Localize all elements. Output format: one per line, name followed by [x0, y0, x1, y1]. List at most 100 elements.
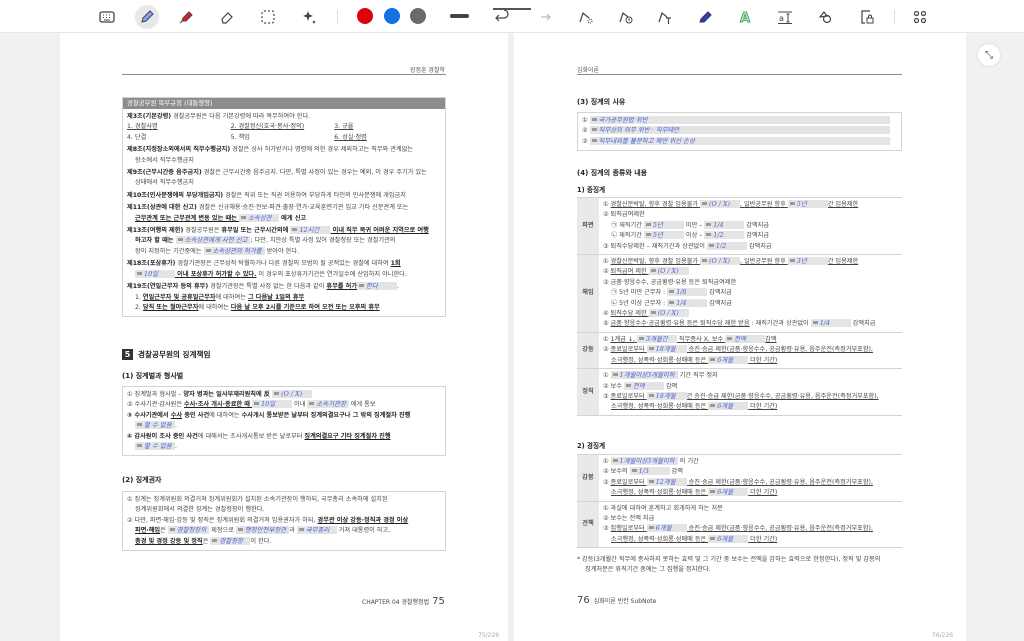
answer-blank[interactable]: 1/2	[704, 231, 745, 240]
answer-blank[interactable]: 할 수 없음	[135, 442, 175, 451]
text-to-shape-icon[interactable]	[653, 5, 677, 29]
page-counter: 75/226	[478, 632, 500, 639]
answer-blank[interactable]: 한다	[357, 282, 398, 291]
undo-icon[interactable]	[490, 5, 514, 29]
answer-blank[interactable]: 1개월이상3개월이하	[610, 371, 678, 380]
answer-blank[interactable]: 소속상관	[239, 213, 280, 222]
text-line: * 강등(3개월간 직무에 종사하지 못하는 효력 및 그 기간 중 보수는 전…	[577, 555, 880, 565]
table-row: 정직 ① 1개월이상3개월이하 기간 직무 정지 ② 보수 전액 감액 ③ 종료일로부…	[577, 368, 902, 416]
answer-blank[interactable]: (O / X)	[700, 200, 741, 208]
light-discipline-table: 감봉 ① 1개월이상3개월이하 의 기간 ② 보수의 1/3 감액 ③ 종료일로부터 …	[577, 454, 902, 549]
answer-blank[interactable]: 경찰청장의	[167, 526, 210, 535]
eraser-icon[interactable]	[215, 5, 239, 29]
answer-blank[interactable]: 소속기관장	[307, 400, 349, 409]
answer-blank[interactable]: 1/4	[704, 220, 745, 229]
answer-blank[interactable]: 10일	[252, 400, 293, 409]
answer-blank[interactable]: 6개월	[708, 355, 749, 364]
answer-blank[interactable]: 5년	[643, 220, 684, 229]
text-outline-icon[interactable]: A	[733, 5, 757, 29]
keyboard-icon[interactable]	[95, 5, 119, 29]
text-span: , 일반공무원 향후	[740, 201, 788, 208]
answer-blank[interactable]: 소속상관의 허가를	[203, 246, 265, 255]
answer-blank[interactable]: 6개월	[708, 534, 749, 543]
timer-icon[interactable]	[614, 5, 638, 29]
answer-blank[interactable]: 직무상의 의무 위반 · 직무태만	[589, 126, 890, 135]
color-red-swatch[interactable]	[357, 8, 373, 24]
text-span: ③	[603, 525, 611, 533]
text-line: ② 다만, 파면·해임·강등 및 정직은 징계위원회 의결거쳐 임용권자가 하되…	[127, 516, 441, 526]
column-cell: 6. 성실·청렴	[334, 133, 438, 143]
apps-grid-icon[interactable]	[908, 5, 932, 29]
page-lock-icon[interactable]	[855, 5, 879, 29]
answer-blank[interactable]: 소속상관에게 사전 신고	[175, 236, 251, 245]
answer-blank[interactable]: 6개월	[646, 524, 687, 533]
answer-blank[interactable]: 12시간	[290, 226, 331, 235]
answer-blank[interactable]: 5년	[787, 200, 828, 208]
stroke-width-button[interactable]	[450, 14, 469, 18]
text-span: 이상 –	[683, 232, 705, 240]
collapse-arrows-icon[interactable]: ⤡	[978, 44, 1000, 66]
answer-blank[interactable]: 국무총리	[296, 526, 337, 535]
highlighter-icon[interactable]	[174, 5, 198, 29]
text-span: ㉡ 재직기간	[611, 232, 644, 240]
running-header: 심화이론	[577, 67, 600, 74]
redo-icon[interactable]	[532, 5, 556, 29]
text-span: 직무종사 X, 보수	[676, 335, 726, 343]
page-75[interactable]: 장정훈 경찰학 경찰공무원 복무규정 (대통령령) 제3조(기본강령) 경찰공무…	[60, 33, 508, 641]
text-span: 5. 책임	[230, 133, 250, 141]
answer-blank[interactable]: 전액	[725, 334, 766, 343]
answer-blank[interactable]: 1/3	[629, 467, 670, 476]
text-span: 4. 단결	[127, 133, 147, 141]
answer-blank[interactable]: 행정안전부장관	[235, 526, 290, 535]
answer-blank[interactable]: 국가공무원법 위반	[589, 116, 890, 124]
text-line: 제18조(포상휴가) 경찰기관장은 근무성적 탁월하거나 다른 경찰의 모범이 …	[127, 259, 441, 269]
page-76[interactable]: 심화이론 (3) 징계의 사유 ① 국가공무원법 위반 ② 직무상의 의무 위반 …	[514, 33, 966, 641]
blue-highlighter-icon[interactable]	[693, 5, 717, 29]
text-span: 제18조(포상휴가)	[127, 260, 176, 268]
answer-blank[interactable]: 전액	[623, 381, 664, 390]
answer-blank[interactable]: 18개월	[646, 391, 687, 400]
text-span: 3. 규율	[334, 123, 354, 131]
answer-blank[interactable]: 1개월이상3개월이하	[610, 457, 678, 465]
color-blue-swatch[interactable]	[384, 8, 400, 24]
text-line: 4. 단결 5. 책임 6. 성실·청렴	[127, 133, 441, 143]
column-cell: 4. 단결	[127, 133, 231, 143]
answer-blank[interactable]: 1/8	[667, 288, 708, 297]
magic-icon[interactable]	[297, 5, 321, 29]
answer-blank[interactable]: 1/4	[810, 319, 851, 328]
answer-blank[interactable]: 1/4	[667, 298, 708, 307]
answer-blank[interactable]: 직무내외를 불문하고 체면 위신 손상	[589, 136, 890, 145]
text-span: 수사·조사 개시·종료한 때	[184, 401, 253, 409]
answer-blank[interactable]: 6개월	[708, 488, 749, 497]
pen-icon[interactable]	[135, 5, 159, 29]
answer-blank[interactable]: 1/2	[706, 241, 747, 250]
answer-blank[interactable]: 12개월	[646, 477, 687, 486]
text-span: 경찰공무원은 다음 기본강령에 따라 복무하여야 한다.	[171, 113, 311, 120]
text-box-icon[interactable]: a	[773, 5, 797, 29]
answer-blank[interactable]: 6개월	[708, 402, 749, 411]
shape-recognition-icon[interactable]	[574, 5, 598, 29]
answer-blank[interactable]: 3개월간	[636, 334, 677, 343]
answer-blank[interactable]: 3년	[787, 257, 828, 266]
shapes-icon[interactable]	[813, 5, 837, 29]
text-span: 경찰신분박탈, 향후 경찰 임용불가	[610, 201, 701, 208]
text-span: 징계처분은 휴직기간 중에는 그 집행을 정지한다.	[585, 566, 711, 573]
answer-blank[interactable]: (O / X)	[648, 267, 689, 276]
section-title-text: 경찰공무원의 징계책임	[138, 350, 211, 359]
text-span: 감액지급	[707, 289, 732, 297]
answer-blank[interactable]: 18개월	[646, 345, 687, 354]
answer-blank[interactable]: (O / X)	[700, 257, 741, 266]
header-rule	[577, 74, 902, 75]
answer-blank[interactable]: 10일	[135, 269, 175, 278]
color-gray-swatch[interactable]	[410, 8, 426, 24]
lasso-select-icon[interactable]	[256, 5, 280, 29]
answer-blank[interactable]: 할 수 없음	[135, 421, 175, 430]
text-span: 감액지급	[746, 242, 772, 250]
text-span: 경찰기관장은 특별 사정 없는 한 다음과 같이	[208, 283, 327, 291]
answer-blank[interactable]: 5년	[643, 231, 684, 240]
text-line: 소극행정, 성폭력·성희롱·성매매 등은 6개월 더한 기간)	[603, 355, 898, 366]
answer-blank[interactable]: (O / X)	[272, 390, 313, 398]
answer-blank[interactable]: (O / X)	[648, 309, 689, 318]
text-span: 이내	[292, 401, 308, 409]
answer-blank[interactable]: 경찰청장	[210, 536, 251, 545]
